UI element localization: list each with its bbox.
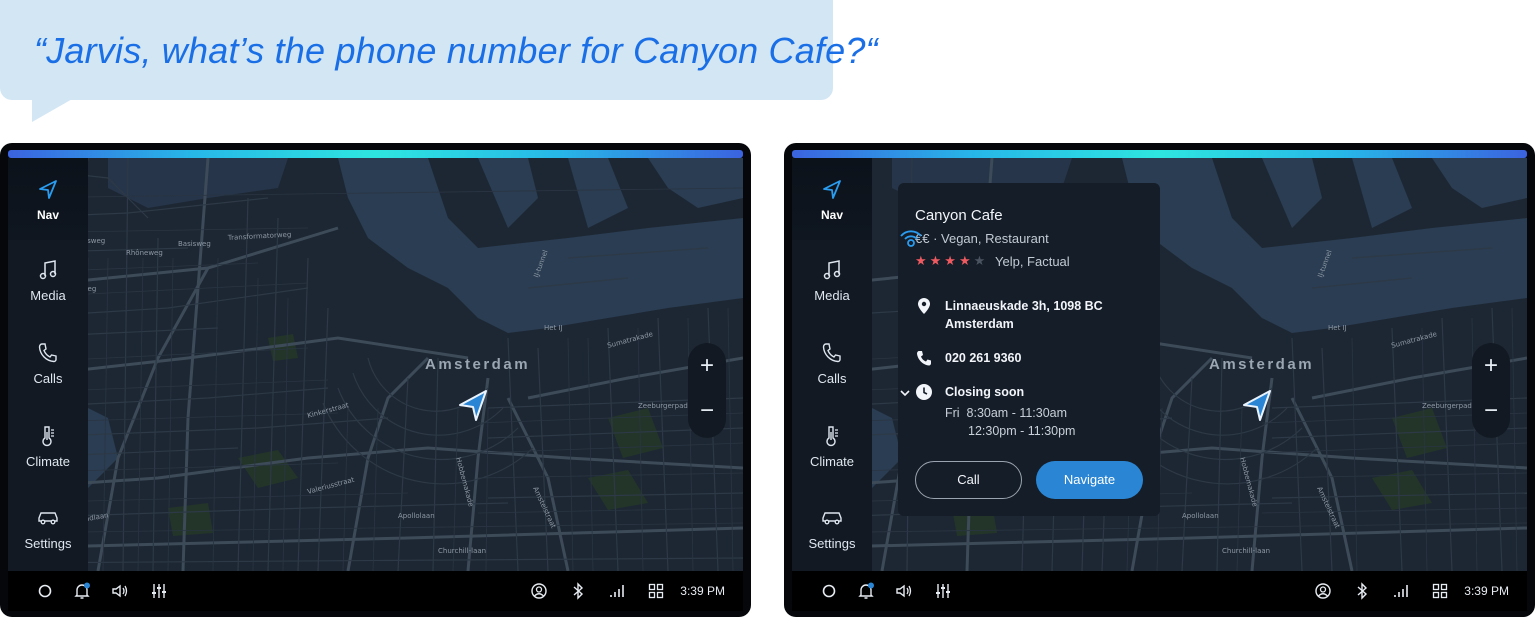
phone-icon	[917, 351, 931, 366]
clock-icon	[916, 384, 932, 400]
sidebar-item-calls[interactable]: Calls	[792, 341, 872, 411]
hours-slot-1: 8:30am - 11:30am	[966, 406, 1068, 420]
music-note-icon	[823, 260, 841, 280]
thermometer-icon	[826, 426, 838, 447]
zoom-out-button[interactable]: −	[1472, 399, 1510, 423]
car-icon	[822, 512, 842, 525]
sidebar-item-calls[interactable]: Calls	[8, 341, 88, 411]
hours-status: Closing soon	[945, 385, 1025, 399]
sidebar-item-climate[interactable]: Climate	[792, 424, 872, 494]
clock: 3:39 PM	[1464, 584, 1509, 598]
apps-grid-icon[interactable]	[1430, 581, 1450, 601]
home-circle-icon[interactable]	[35, 581, 55, 601]
equalizer-icon[interactable]	[933, 581, 953, 601]
current-location-arrow-icon	[1243, 390, 1271, 421]
svg-text:Het IJ: Het IJ	[1328, 324, 1347, 332]
svg-text:Zeeburgerpad: Zeeburgerpad	[1422, 402, 1472, 410]
svg-text:Rhôneweg: Rhôneweg	[126, 249, 163, 257]
address-line-1: Linnaeuskade 3h, 1098 BC	[945, 299, 1103, 313]
svg-text:Apollolaan: Apollolaan	[398, 512, 435, 520]
svg-text:Het IJ: Het IJ	[544, 324, 563, 332]
svg-text:Basisweg: Basisweg	[178, 240, 211, 248]
svg-text:Churchill-laan: Churchill-laan	[1222, 547, 1270, 555]
volume-icon[interactable]	[110, 581, 130, 601]
phone-icon	[38, 343, 57, 363]
phone-row[interactable]: 020 261 9360	[915, 349, 1145, 369]
navigate-button[interactable]: Navigate	[1036, 461, 1143, 499]
zoom-control: + −	[688, 343, 726, 438]
map-view[interactable]: Apollolaan Churchill-laan Hobbemakade Am…	[792, 158, 1527, 571]
bubble-tail	[32, 98, 74, 122]
top-glow-bar	[8, 150, 743, 158]
phone-icon	[822, 343, 841, 363]
svg-text:Apollolaan: Apollolaan	[1182, 512, 1219, 520]
hours-slot-2: 12:30pm - 11:30pm	[968, 424, 1076, 438]
sidebar-item-media[interactable]: Media	[792, 258, 872, 328]
sidebar-item-settings[interactable]: Settings	[8, 506, 88, 576]
bluetooth-icon[interactable]	[568, 581, 588, 601]
hours-row[interactable]: Closing soon	[915, 383, 1145, 403]
home-circle-icon[interactable]	[819, 581, 839, 601]
navigation-arrow-icon	[39, 180, 57, 199]
call-button[interactable]: Call	[915, 461, 1022, 499]
rating-source: Yelp, Factual	[995, 254, 1070, 269]
map-canvas: Transformatorweg Basisweg Rhôneweg Theem…	[8, 158, 743, 571]
phone-number: 020 261 9360	[945, 351, 1022, 365]
chevron-down-icon[interactable]	[898, 386, 912, 400]
equalizer-icon[interactable]	[149, 581, 169, 601]
zoom-in-button[interactable]: +	[1472, 354, 1510, 378]
hours-day: Fri	[945, 406, 960, 420]
sidebar-item-media[interactable]: Media	[8, 258, 88, 328]
user-profile-icon[interactable]	[1313, 581, 1333, 601]
notification-bell-icon[interactable]	[856, 581, 876, 601]
sidebar-item-nav[interactable]: Nav	[792, 158, 872, 240]
address-row[interactable]: Linnaeuskade 3h, 1098 BC Amsterdam	[915, 297, 1145, 337]
infotainment-screen-before: Transformatorweg Basisweg Rhôneweg Theem…	[0, 143, 751, 617]
bluetooth-icon[interactable]	[1352, 581, 1372, 601]
hours-detail: Fri 8:30am - 11:30am 12:30pm - 11:30pm	[945, 404, 1075, 440]
sidebar: Nav Media Calls Climate Settings	[8, 158, 88, 571]
location-pin-icon	[918, 298, 930, 314]
map-view[interactable]: Transformatorweg Basisweg Rhôneweg Theem…	[8, 158, 743, 571]
city-label: Amsterdam	[425, 356, 531, 373]
poi-name: Canyon Cafe	[915, 207, 1003, 224]
sidebar-item-nav[interactable]: Nav	[8, 158, 88, 240]
infotainment-screen-after: Apollolaan Churchill-laan Hobbemakade Am…	[784, 143, 1535, 617]
zoom-control: + −	[1472, 343, 1510, 438]
rating-stars: ★★★★★	[915, 253, 989, 268]
user-profile-icon[interactable]	[529, 581, 549, 601]
thermometer-icon	[42, 426, 54, 447]
broadcast-signal-icon[interactable]	[898, 227, 924, 251]
zoom-in-button[interactable]: +	[688, 354, 726, 378]
status-bar: 3:39 PM	[792, 571, 1527, 611]
voice-query-bubble: “Jarvis, what’s the phone number for Can…	[0, 0, 878, 100]
city-label: Amsterdam	[1209, 356, 1315, 373]
volume-icon[interactable]	[894, 581, 914, 601]
top-glow-bar	[792, 150, 1527, 158]
current-location-arrow-icon	[459, 390, 487, 421]
clock: 3:39 PM	[680, 584, 725, 598]
sidebar-item-settings[interactable]: Settings	[792, 506, 872, 576]
zoom-out-button[interactable]: −	[688, 399, 726, 423]
signal-bars-icon	[610, 585, 624, 597]
notification-bell-icon[interactable]	[72, 581, 92, 601]
poi-card: Canyon Cafe €€ · Vegan, Restaurant ★★★★★…	[898, 183, 1160, 516]
address-line-2: Amsterdam	[945, 317, 1014, 331]
status-bar: 3:39 PM	[8, 571, 743, 611]
voice-query-text: “Jarvis, what’s the phone number for Can…	[34, 30, 878, 71]
car-icon	[38, 512, 58, 525]
signal-bars-icon	[1394, 585, 1408, 597]
sidebar: Nav Media Calls Climate Settings	[792, 158, 872, 571]
svg-text:Zeeburgerpad: Zeeburgerpad	[638, 402, 688, 410]
poi-category: €€ · Vegan, Restaurant	[915, 231, 1049, 246]
apps-grid-icon[interactable]	[646, 581, 666, 601]
sidebar-item-climate[interactable]: Climate	[8, 424, 88, 494]
navigation-arrow-icon	[823, 180, 841, 199]
svg-text:Churchill-laan: Churchill-laan	[438, 547, 486, 555]
music-note-icon	[39, 260, 57, 280]
